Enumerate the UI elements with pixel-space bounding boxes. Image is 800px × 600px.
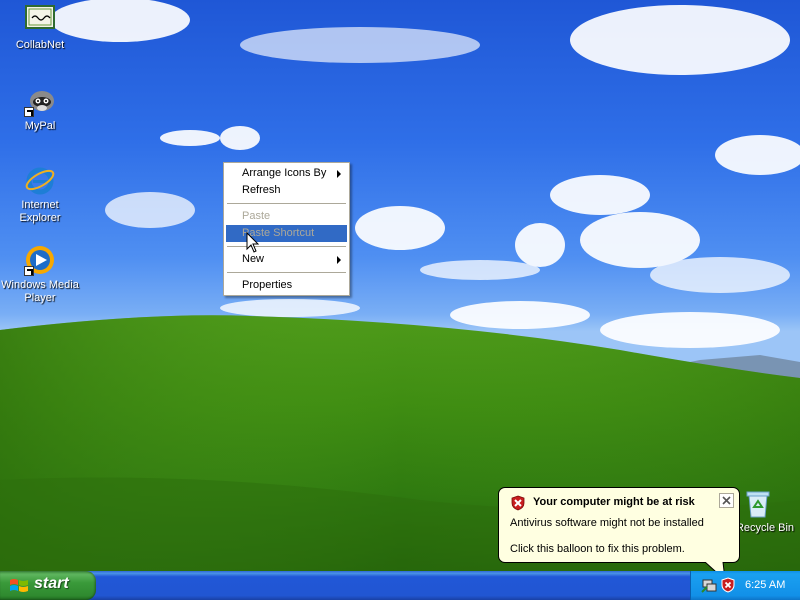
close-icon	[722, 496, 731, 505]
menu-item-arrange-icons-by[interactable]: Arrange Icons By	[226, 165, 347, 182]
start-label: start	[34, 575, 69, 592]
shortcut-arrow-icon	[24, 266, 34, 276]
windows-logo-icon	[10, 579, 28, 592]
desktop-icon-internet-explorer[interactable]: Internet Explorer	[1, 164, 79, 225]
menu-separator	[227, 272, 346, 273]
desktop-icon-collabnet[interactable]: CollabNet	[1, 4, 79, 52]
clock[interactable]: 6:25 AM	[745, 571, 785, 600]
menu-item-paste[interactable]: Paste	[226, 208, 347, 225]
desktop-icon-label: Internet Explorer	[19, 199, 61, 224]
system-tray: 6:25 AM	[690, 571, 800, 600]
menu-item-label: Properties	[242, 279, 293, 291]
security-shield-icon	[511, 495, 525, 511]
desktop-context-menu: Arrange Icons By Refresh Paste Paste Sho…	[223, 162, 350, 296]
desktop-icon-label: MyPal	[24, 120, 56, 132]
menu-item-label: New	[242, 253, 265, 265]
menu-item-label: Arrange Icons By	[242, 167, 327, 179]
wallpaper	[0, 0, 800, 571]
menu-item-label: Paste	[242, 210, 271, 222]
desktop-icon-label: CollabNet	[15, 39, 65, 51]
desktop-icon-windows-media-player[interactable]: Windows Media Player	[1, 244, 79, 305]
mouse-cursor-icon	[246, 232, 260, 253]
menu-item-paste-shortcut[interactable]: Paste Shortcut	[226, 225, 347, 242]
security-balloon[interactable]: Your computer might be at risk Antivirus…	[498, 487, 740, 563]
balloon-close-button[interactable]	[719, 493, 734, 508]
certificate-icon	[24, 4, 56, 36]
menu-item-label: Refresh	[242, 184, 281, 196]
raccoon-icon	[24, 85, 56, 117]
menu-item-refresh[interactable]: Refresh	[226, 182, 347, 199]
desktop[interactable]: CollabNet MyPal Internet Explorer Window…	[0, 0, 800, 571]
balloon-action-text: Click this balloon to fix this problem.	[510, 543, 685, 555]
internet-explorer-icon	[24, 164, 56, 196]
network-icon[interactable]	[701, 577, 717, 593]
menu-separator	[227, 203, 346, 204]
balloon-message: Antivirus software might not be installe…	[510, 517, 704, 529]
desktop-icon-mypal[interactable]: MyPal	[1, 85, 79, 133]
menu-item-properties[interactable]: Properties	[226, 277, 347, 294]
start-button[interactable]: start	[0, 571, 96, 600]
menu-separator	[227, 246, 346, 247]
security-alert-icon[interactable]	[720, 577, 736, 593]
recycle-bin-icon	[742, 487, 774, 519]
media-player-icon	[24, 244, 56, 276]
menu-item-new[interactable]: New	[226, 251, 347, 268]
shortcut-arrow-icon	[24, 107, 34, 117]
balloon-title: Your computer might be at risk	[533, 496, 695, 508]
taskbar: start 6:25 AM	[0, 571, 800, 600]
desktop-icon-label: Windows Media Player	[1, 279, 79, 304]
submenu-arrow-icon	[337, 170, 341, 178]
submenu-arrow-icon	[337, 256, 341, 264]
